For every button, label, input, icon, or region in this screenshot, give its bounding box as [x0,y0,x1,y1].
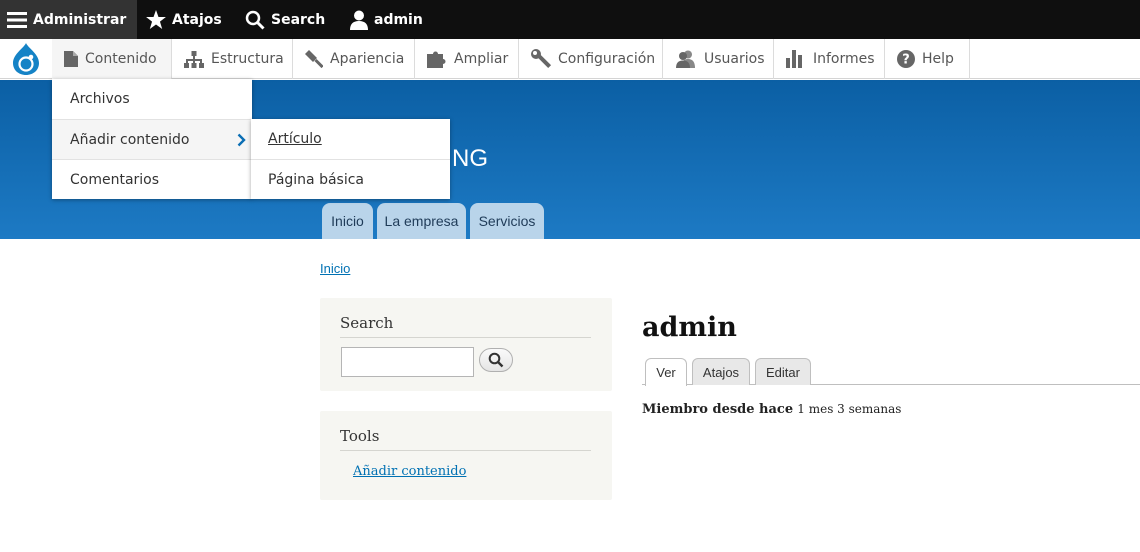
svg-text:?: ? [902,53,910,68]
users-icon [675,50,697,68]
tab-usuarios[interactable]: Usuarios [663,39,774,79]
member-since: Miembro desde hace 1 mes 3 semanas [642,402,901,417]
sitemap-icon [184,50,204,68]
search-label: Search [271,11,326,28]
tab-label: Contenido [85,51,157,67]
tab-help[interactable]: ? Help [885,39,970,79]
search-block: Search [320,298,612,391]
search-button[interactable]: Search [245,0,325,39]
tab-label: Configuración [558,51,656,67]
tab-label: Ampliar [454,51,509,67]
search-input[interactable] [341,347,474,377]
breadcrumb-inicio[interactable]: Inicio [320,261,350,276]
paint-icon [305,50,323,68]
tab-informes[interactable]: Informes [774,39,885,79]
wrench-icon [531,49,551,69]
menu-item-label: Página básica [268,171,364,188]
tools-block: Tools Añadir contenido [320,411,612,500]
tab-apariencia[interactable]: Apariencia [293,39,415,79]
menu-item-label: Artículo [268,131,322,147]
search-icon [245,10,265,30]
tab-label: Informes [813,51,875,67]
tab-label: Usuarios [704,51,765,67]
nav-servicios[interactable]: Servicios [470,203,544,239]
menu-item-label: Añadir contenido [70,131,190,148]
tab-ampliar[interactable]: Ampliar [415,39,519,79]
content-dropdown-menu: Archivos Añadir contenido Comentarios [52,79,252,199]
search-submit-button[interactable] [479,348,513,372]
shortcuts-button[interactable]: Atajos [146,0,222,39]
tab-label: Estructura [211,51,284,67]
hamburger-icon [7,11,27,29]
menu-item-pagina-basica[interactable]: Página básica [251,159,450,199]
add-content-link[interactable]: Añadir contenido [353,464,466,479]
star-icon [146,10,166,29]
menu-item-comentarios[interactable]: Comentarios [52,159,252,199]
search-icon [488,352,504,368]
menu-item-label: Comentarios [70,171,160,188]
tab-editar[interactable]: Editar [755,358,811,385]
search-block-title: Search [340,314,394,332]
menu-item-anadir-contenido[interactable]: Añadir contenido [52,119,252,159]
help-icon: ? [897,50,915,68]
nav-la-empresa[interactable]: La empresa [377,203,466,239]
tools-block-title: Tools [340,427,380,445]
member-since-value: 1 mes 3 semanas [797,402,902,416]
member-since-label: Miembro desde hace [642,402,794,417]
user-label: admin [374,11,423,28]
page-title: admin [642,312,737,343]
bar-chart-icon [786,50,806,68]
tab-configuracion[interactable]: Configuración [519,39,663,79]
chevron-right-icon [237,133,246,151]
tab-label: Help [922,51,954,67]
user-button[interactable]: admin [350,0,423,39]
puzzle-icon [427,50,447,68]
shortcuts-label: Atajos [172,11,222,28]
tab-ver[interactable]: Ver [645,358,687,386]
manage-label: Administrar [33,11,127,28]
site-name[interactable]: NG [452,145,488,173]
menu-tray: Contenido Estructura Apariencia Ampliar … [0,39,1140,79]
admin-toolbar: Administrar Atajos Search admin [0,0,1140,39]
menu-item-label: Archivos [70,91,130,107]
tab-estructura[interactable]: Estructura [172,39,293,79]
drupal-logo-icon[interactable] [0,39,52,79]
menu-item-articulo[interactable]: Artículo [251,119,450,159]
nav-inicio[interactable]: Inicio [322,203,373,239]
divider [340,337,591,338]
add-content-submenu: Artículo Página básica [251,119,450,199]
tab-contenido[interactable]: Contenido [52,39,172,79]
file-icon [64,51,78,67]
tab-label: Apariencia [330,51,405,67]
divider [340,450,591,451]
tab-atajos[interactable]: Atajos [692,358,750,385]
manage-button[interactable]: Administrar [0,0,137,39]
menu-item-archivos[interactable]: Archivos [52,79,252,119]
user-icon [350,10,368,30]
